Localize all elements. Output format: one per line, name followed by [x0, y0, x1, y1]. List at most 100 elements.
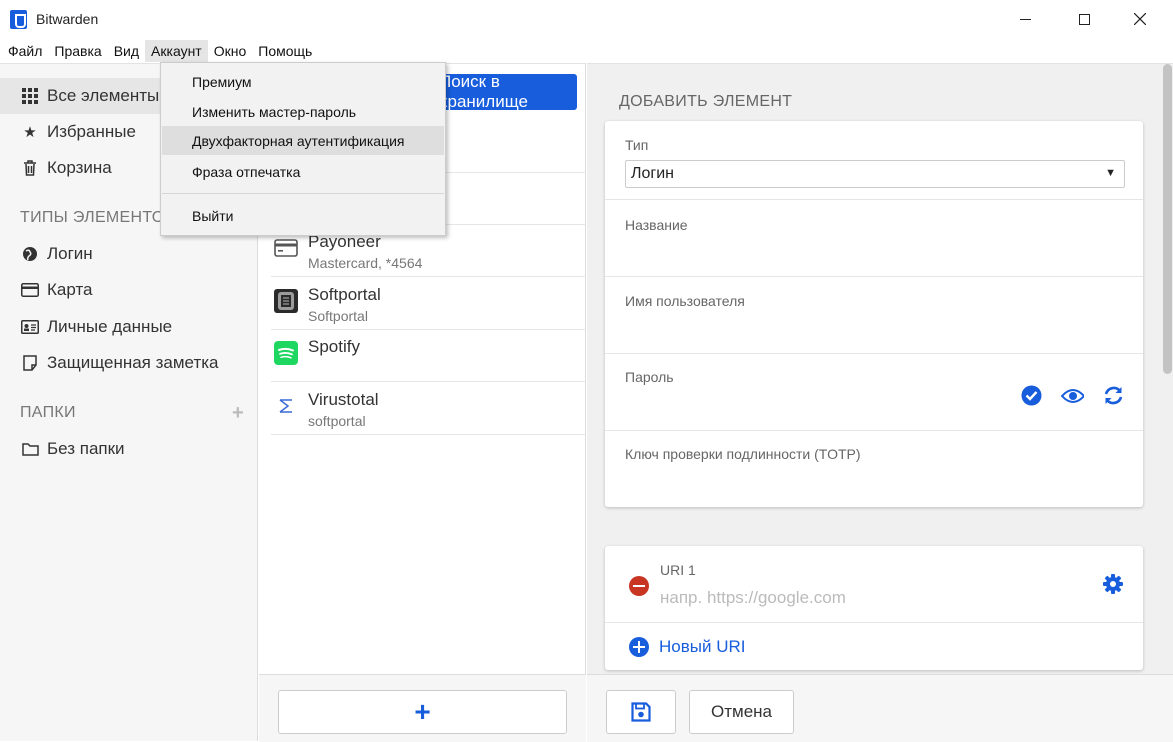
add-folder-icon[interactable]: + [232, 402, 244, 425]
note-icon [20, 355, 40, 371]
globe-icon [20, 246, 40, 262]
name-label: Название [625, 217, 688, 233]
item-name: Virustotal [308, 390, 379, 409]
card-icon [274, 236, 298, 260]
menu-bar: Файл Правка Вид Аккаунт Окно Помощь [0, 38, 1173, 63]
uri-card: URI 1 напр. https://google.com Новый URI [605, 546, 1143, 670]
item-types-heading: ТИПЫ ЭЛЕМЕНТОВ [20, 209, 176, 226]
username-field[interactable]: Имя пользователя [605, 277, 1143, 354]
sidebar-item-label: Корзина [47, 158, 112, 177]
menu-item-two-factor[interactable]: Двухфакторная аутентификация [162, 126, 444, 155]
menu-account[interactable]: Аккаунт [145, 39, 208, 62]
menu-help[interactable]: Помощь [252, 40, 318, 62]
item-subtitle: Softportal [308, 308, 368, 324]
menu-separator [162, 193, 444, 194]
sidebar-item-secure-note[interactable]: Защищенная заметка [20, 353, 219, 373]
maximize-icon [1078, 13, 1090, 25]
check-password-icon[interactable] [1020, 384, 1043, 407]
eye-icon[interactable] [1061, 384, 1084, 407]
account-menu-dropdown: Премиум Изменить мастер-пароль Двухфакто… [160, 62, 446, 236]
name-field[interactable]: Название [605, 200, 1143, 277]
add-item-heading: ДОБАВИТЬ ЭЛЕМЕНТ [619, 93, 793, 110]
sidebar-item-label: Логин [47, 244, 93, 263]
list-item[interactable]: Virustotal softportal [271, 382, 586, 435]
plus-icon: + [414, 696, 431, 727]
sidebar-item-login[interactable]: Логин [20, 244, 93, 264]
item-name: Softportal [308, 285, 381, 304]
close-icon [1134, 13, 1146, 25]
menu-item-premium[interactable]: Премиум [162, 67, 444, 96]
sidebar-item-label: Личные данные [47, 317, 173, 336]
sidebar-item-favorites[interactable]: ★ Избранные [20, 122, 136, 142]
star-icon: ★ [23, 124, 37, 141]
list-footer: + [259, 674, 586, 742]
credit-card-icon [20, 283, 40, 297]
save-button[interactable] [606, 690, 676, 734]
minimize-icon [1019, 18, 1031, 20]
item-form-card: Тип Логин ▼ Название Имя пользователя Па… [605, 121, 1143, 507]
type-select[interactable]: Логин ▼ [625, 160, 1125, 188]
minimize-button[interactable] [1002, 0, 1048, 38]
dropdown-arrow-icon: ▼ [1105, 167, 1116, 179]
maximize-button[interactable] [1061, 0, 1107, 38]
sidebar-item-label: Без папки [47, 439, 125, 458]
close-button[interactable] [1117, 0, 1163, 38]
sidebar-item-no-folder[interactable]: Без папки [20, 439, 125, 459]
sidebar-item-card[interactable]: Карта [20, 280, 93, 300]
item-subtitle: Mastercard, *4564 [308, 255, 423, 271]
spotify-icon [274, 341, 298, 365]
gear-icon[interactable] [1103, 574, 1123, 599]
remove-uri-icon[interactable] [629, 576, 649, 596]
id-card-icon [20, 320, 40, 334]
save-icon [631, 702, 651, 722]
menu-edit[interactable]: Правка [48, 40, 107, 62]
title-bar: Bitwarden [0, 0, 1173, 38]
window-title: Bitwarden [36, 11, 99, 27]
uri-input[interactable]: напр. https://google.com [660, 588, 846, 608]
new-uri-label: Новый URI [659, 637, 746, 656]
item-name: Spotify [308, 337, 360, 356]
scrollbar[interactable] [1162, 64, 1173, 674]
menu-view[interactable]: Вид [108, 40, 145, 62]
virustotal-icon [274, 394, 298, 418]
type-label: Тип [625, 137, 649, 153]
add-item-button[interactable]: + [278, 690, 567, 734]
totp-field[interactable]: Ключ проверки подлинности (TOTP) [605, 431, 1143, 507]
folders-heading: ПАПКИ [20, 404, 76, 421]
list-item[interactable]: Softportal Softportal [271, 277, 586, 330]
search-label: Поиск в хранилище [439, 72, 528, 111]
sidebar-item-trash[interactable]: Корзина [20, 158, 112, 178]
password-label: Пароль [625, 369, 674, 385]
details-pane: ДОБАВИТЬ ЭЛЕМЕНТ Тип Логин ▼ Название Им… [587, 63, 1173, 742]
softportal-icon [274, 289, 298, 313]
generate-password-icon[interactable] [1102, 384, 1125, 407]
menu-item-fingerprint[interactable]: Фраза отпечатка [162, 157, 444, 186]
new-uri-button[interactable]: Новый URI [629, 637, 745, 657]
sidebar-item-label: Защищенная заметка [47, 353, 219, 372]
divider [605, 622, 1143, 623]
menu-item-logout[interactable]: Выйти [162, 201, 444, 230]
cancel-button[interactable]: Отмена [689, 690, 794, 734]
username-label: Имя пользователя [625, 293, 745, 309]
sidebar-item-identity[interactable]: Личные данные [20, 317, 172, 337]
bitwarden-logo-icon [10, 10, 27, 29]
details-footer: Отмена [587, 674, 1173, 742]
password-field[interactable]: Пароль [605, 354, 1143, 431]
menu-item-change-master-password[interactable]: Изменить мастер-пароль [162, 97, 444, 126]
uri-label: URI 1 [660, 562, 696, 578]
folder-icon [20, 442, 40, 456]
plus-circle-icon [629, 637, 649, 657]
sidebar-item-label: Избранные [47, 122, 136, 141]
type-field: Тип Логин ▼ [605, 121, 1143, 200]
sidebar-item-label: Карта [47, 280, 93, 299]
menu-window[interactable]: Окно [208, 40, 253, 62]
trash-icon [20, 160, 40, 176]
type-value: Логин [631, 165, 675, 182]
list-item[interactable]: Spotify [271, 329, 586, 382]
grid-icon [20, 88, 40, 104]
menu-file[interactable]: Файл [2, 40, 48, 62]
sidebar-item-label: Все элементы [47, 86, 160, 105]
totp-label: Ключ проверки подлинности (TOTP) [625, 446, 861, 462]
item-subtitle: softportal [308, 413, 366, 429]
scrollbar-thumb[interactable] [1163, 64, 1172, 374]
